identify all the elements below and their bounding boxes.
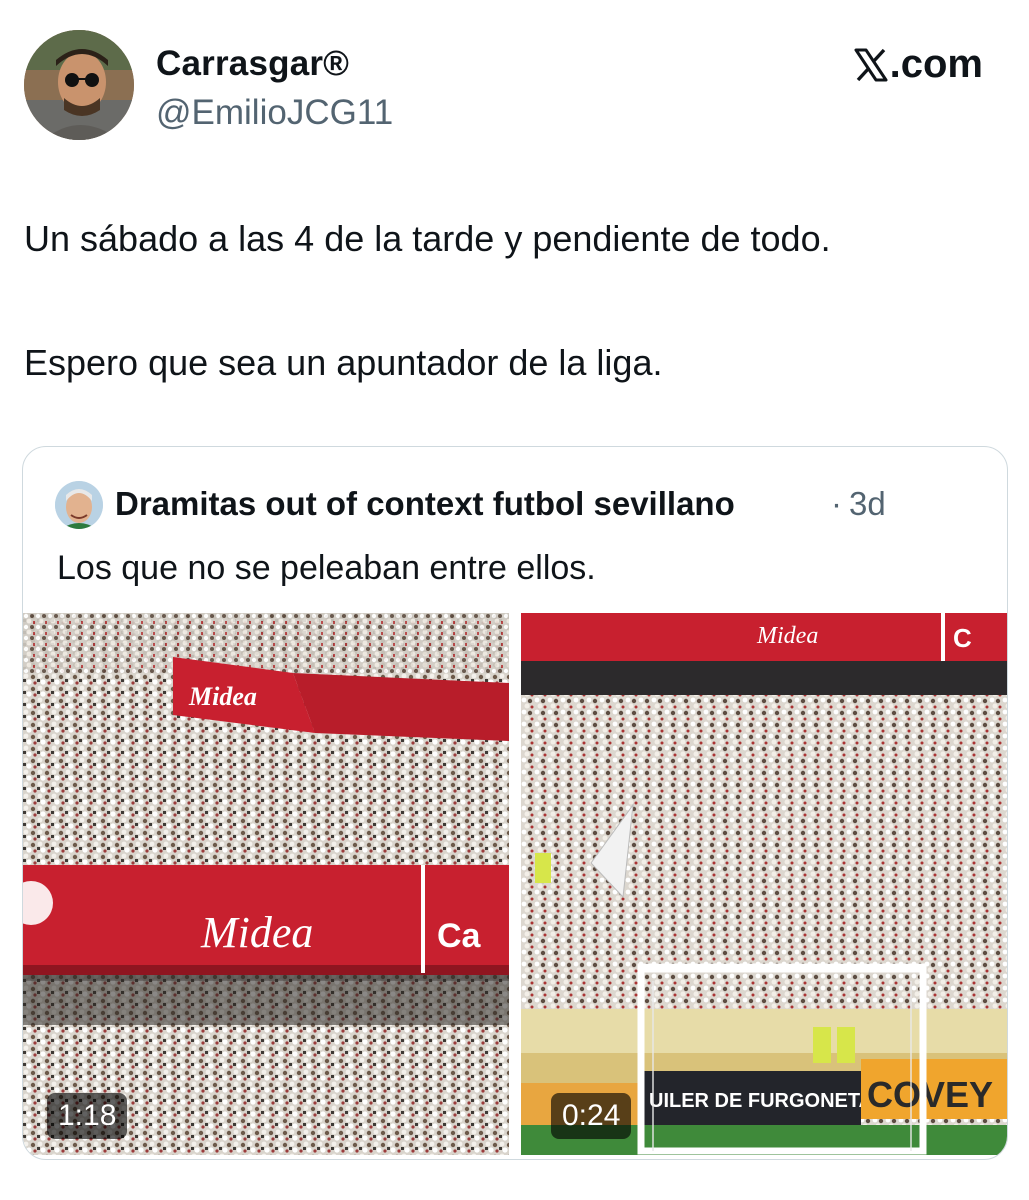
x-logo-domain: .com — [889, 42, 983, 86]
left-top-banner-text: Midea — [188, 682, 257, 711]
x-logo: .com — [854, 42, 983, 87]
quote-text: Los que no se peleaban entre ellos. — [57, 549, 596, 587]
quote-timestamp[interactable]: 3d — [849, 485, 886, 523]
quote-separator: · — [831, 485, 842, 522]
right-ad-board-text: UILER DE FURGONETAS — [649, 1090, 886, 1112]
right-sponsor-text: C — [953, 623, 972, 653]
left-banner-text: Midea — [200, 908, 313, 957]
video-thumbnail-left[interactable]: Midea Midea Ca 1:18 — [23, 613, 509, 1155]
author-avatar[interactable] — [24, 30, 134, 140]
quoted-tweet-card[interactable]: Dramitas out of context futbol sevillano… — [22, 446, 1008, 1160]
video-thumbnail-right[interactable]: Midea C UILER DE FURGONETAS COVEY 0:24 — [521, 613, 1007, 1155]
x-logo-icon — [854, 48, 888, 81]
tweet-text-line-2: Espero que sea un apuntador de la liga. — [24, 342, 663, 383]
quote-author-name[interactable]: Dramitas out of context futbol sevillano — [115, 485, 735, 523]
left-sponsor-text: Ca — [437, 917, 482, 955]
tweet-text-line-1: Un sábado a las 4 de la tarde y pendient… — [24, 218, 831, 259]
quote-author-avatar — [55, 481, 103, 529]
author-name[interactable]: Carrasgar® — [156, 44, 349, 84]
right-ad-brand-text: COVEY — [867, 1074, 993, 1115]
video-duration-right: 0:24 — [551, 1093, 632, 1139]
author-handle[interactable]: @EmilioJCG11 — [156, 93, 393, 133]
right-top-banner-text: Midea — [756, 623, 818, 649]
video-duration-left: 1:18 — [47, 1093, 128, 1139]
